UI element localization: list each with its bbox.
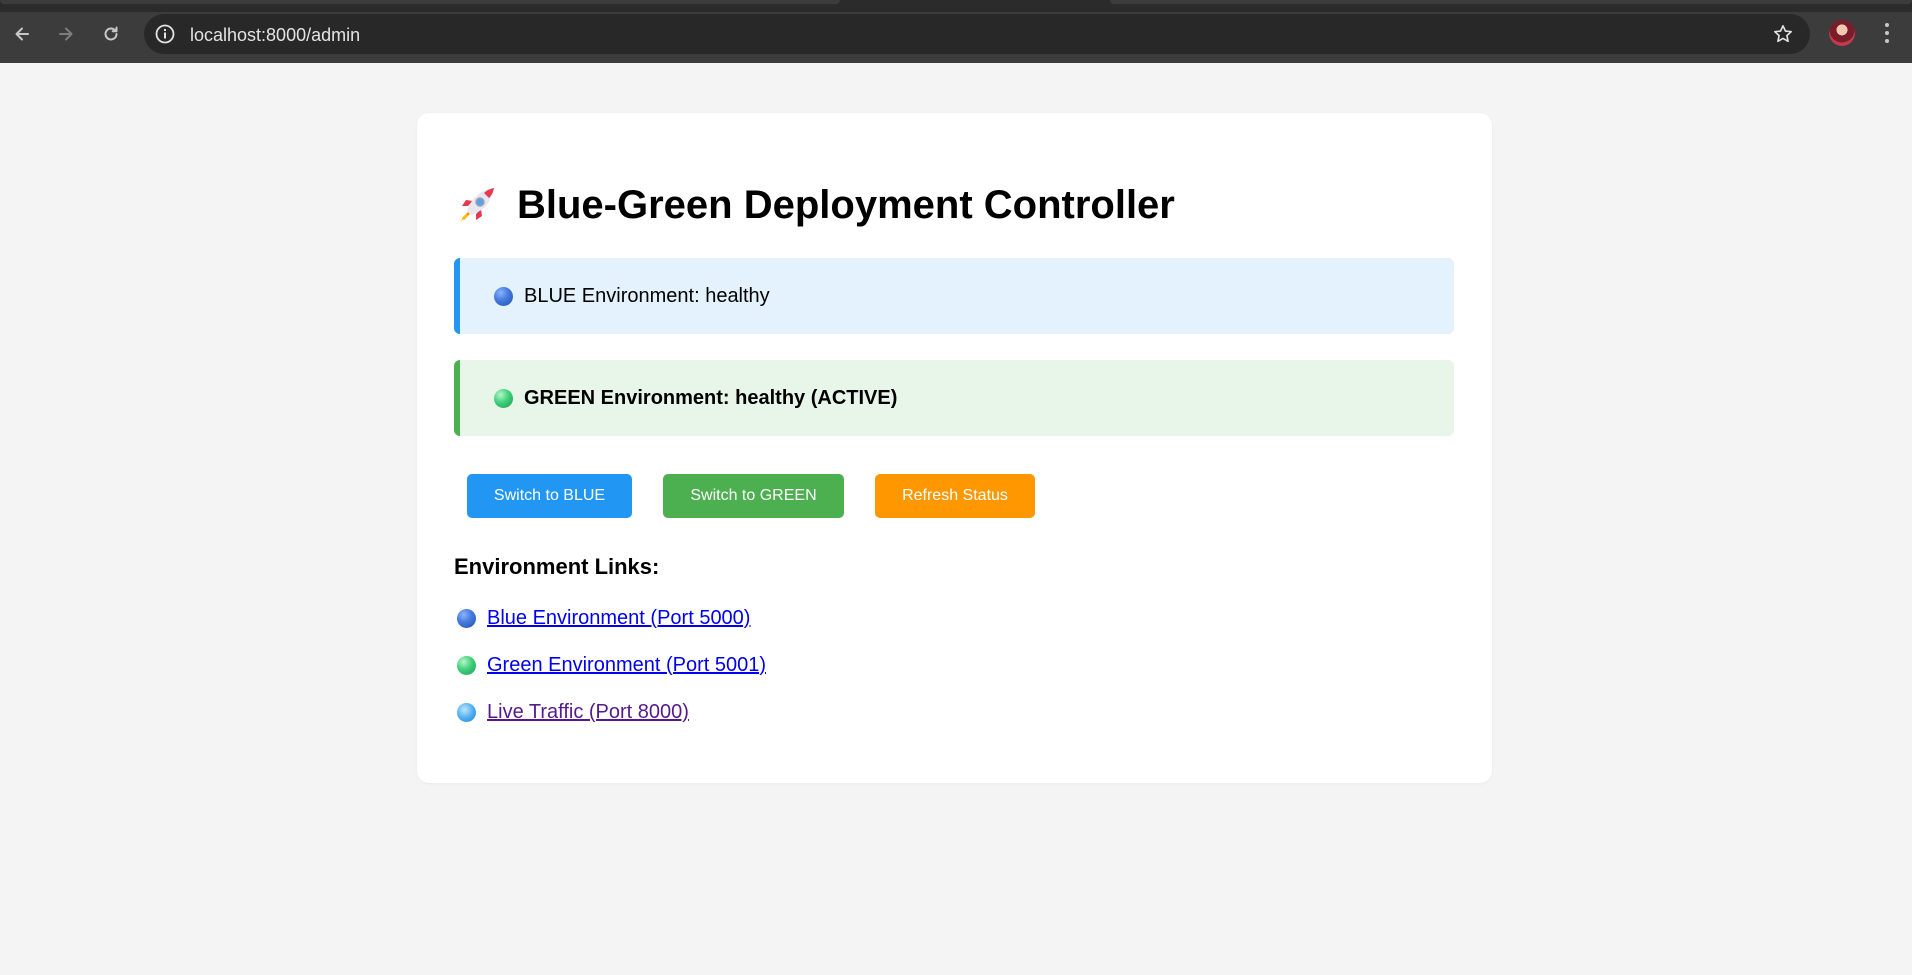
url-text[interactable]: localhost:8000/admin — [190, 25, 360, 46]
green-environment-link[interactable]: Green Environment (Port 5001) — [454, 654, 766, 677]
browser-menu-icon[interactable] — [1876, 20, 1898, 46]
reload-icon — [104, 26, 118, 41]
tab-edge — [1110, 0, 1912, 4]
rocket-icon — [460, 187, 494, 222]
back-button[interactable] — [8, 20, 36, 48]
blue-environment-status-text: BLUE Environment: healthy — [524, 284, 770, 307]
address-bar[interactable]: localhost:8000/admin — [144, 14, 1810, 54]
green-environment-status: GREEN Environment: healthy (ACTIVE) — [454, 360, 1454, 436]
browser-toolbar: localhost:8000/admin — [0, 0, 1912, 63]
environment-links-heading: Environment Links: — [454, 554, 660, 579]
bookmark-star-icon[interactable] — [1772, 23, 1794, 45]
profile-avatar[interactable] — [1829, 20, 1855, 46]
green-environment-link-text[interactable]: Green Environment (Port 5001) — [487, 654, 766, 677]
green-circle-icon — [494, 388, 513, 408]
live-traffic-link[interactable]: Live Traffic (Port 8000) — [454, 701, 689, 724]
blue-environment-status: BLUE Environment: healthy — [454, 258, 1454, 334]
arrow-left-icon — [15, 27, 29, 41]
info-icon[interactable] — [154, 23, 176, 45]
globe-icon — [457, 703, 476, 722]
page-title-text: Blue-Green Deployment Controller — [517, 183, 1175, 227]
live-traffic-link-text[interactable]: Live Traffic (Port 8000) — [487, 701, 689, 724]
switch-to-green-button[interactable]: Switch to GREEN — [663, 474, 844, 518]
blue-environment-link-text[interactable]: Blue Environment (Port 5000) — [487, 607, 750, 630]
blue-environment-link[interactable]: Blue Environment (Port 5000) — [454, 607, 750, 630]
page-title: Blue-Green Deployment Controller — [454, 183, 1175, 228]
controller-card: Blue-Green Deployment Controller BLUE En… — [417, 113, 1492, 783]
reload-button[interactable] — [97, 20, 125, 48]
forward-button[interactable] — [52, 20, 80, 48]
green-circle-icon — [457, 656, 476, 675]
refresh-status-button[interactable]: Refresh Status — [875, 474, 1035, 518]
green-environment-status-text: GREEN Environment: healthy (ACTIVE) — [524, 386, 898, 409]
blue-circle-icon — [457, 609, 476, 628]
tab-edge — [0, 0, 840, 4]
arrow-right-icon — [59, 27, 73, 41]
tab-strip — [0, 0, 1912, 12]
switch-to-blue-button[interactable]: Switch to BLUE — [467, 474, 632, 518]
blue-circle-icon — [494, 286, 513, 306]
